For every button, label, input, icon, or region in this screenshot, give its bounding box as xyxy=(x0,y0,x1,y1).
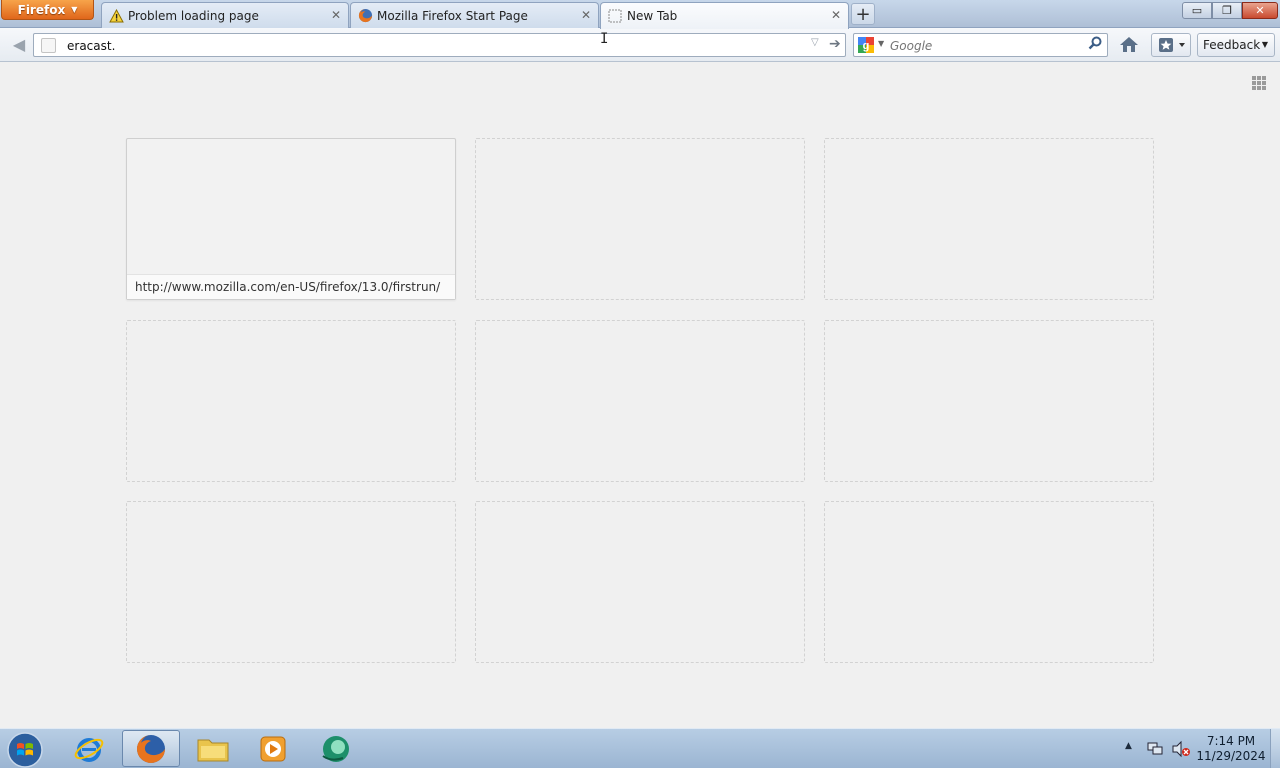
tab-title: Problem loading page xyxy=(128,8,259,23)
empty-tile xyxy=(475,138,805,300)
chevron-down-icon: ▼ xyxy=(1261,40,1268,49)
green-app-icon[interactable] xyxy=(307,730,365,767)
firefox-icon xyxy=(357,8,373,24)
google-icon[interactable]: g xyxy=(858,37,874,53)
search-input[interactable] xyxy=(890,38,1085,54)
svg-text:g: g xyxy=(863,40,870,52)
close-window-button[interactable]: ✕ xyxy=(1242,2,1278,19)
media-player-icon[interactable] xyxy=(244,730,302,767)
site-tile-url: http://www.mozilla.com/en-US/firefox/13.… xyxy=(127,274,455,299)
url-bar[interactable]: ▽ ➔ xyxy=(33,33,846,57)
grid-toggle-icon[interactable] xyxy=(1252,76,1268,92)
feedback-label: Feedback xyxy=(1203,38,1261,52)
history-dropdown-icon[interactable]: ▽ xyxy=(811,37,819,48)
minimize-button[interactable]: ▭ xyxy=(1182,2,1212,19)
warning-icon xyxy=(108,8,124,24)
feedback-button[interactable]: Feedback ▼ xyxy=(1197,33,1275,57)
empty-tile xyxy=(475,501,805,663)
clock-date: 11/29/2024 xyxy=(1196,749,1266,763)
internet-explorer-icon[interactable] xyxy=(60,730,118,767)
search-icon[interactable] xyxy=(1088,36,1102,54)
url-input[interactable] xyxy=(67,37,807,54)
file-explorer-icon[interactable] xyxy=(184,730,242,767)
system-clock[interactable]: 7:14 PM 11/29/2024 xyxy=(1196,734,1266,764)
empty-tile xyxy=(126,320,456,482)
chevron-down-icon[interactable]: ▼ xyxy=(878,39,884,48)
close-icon[interactable]: ✕ xyxy=(829,8,843,22)
windows-start-button[interactable] xyxy=(4,731,46,768)
empty-tile xyxy=(824,501,1154,663)
show-hidden-icons-icon[interactable]: ▲ xyxy=(1125,741,1132,751)
tab-firefox-start-page[interactable]: Mozilla Firefox Start Page ✕ xyxy=(350,2,599,28)
empty-tile xyxy=(126,501,456,663)
close-icon[interactable]: ✕ xyxy=(579,8,593,22)
home-icon[interactable] xyxy=(1116,34,1142,56)
firefox-icon[interactable] xyxy=(122,730,180,767)
show-desktop-button[interactable] xyxy=(1270,729,1280,768)
chevron-down-icon: ▼ xyxy=(71,5,78,14)
new-tab-page: http://www.mozilla.com/en-US/firefox/13.… xyxy=(0,63,1280,728)
taskbar: ▲ 7:14 PM 11/29/2024 xyxy=(0,728,1280,768)
firefox-menu-label: Firefox xyxy=(17,2,66,17)
site-identity-icon[interactable] xyxy=(41,38,56,53)
empty-tile xyxy=(824,138,1154,300)
clock-time: 7:14 PM xyxy=(1206,734,1256,748)
tab-problem-loading-page[interactable]: Problem loading page ✕ xyxy=(101,2,349,28)
site-tile[interactable]: http://www.mozilla.com/en-US/firefox/13.… xyxy=(126,138,456,300)
firefox-menu-button[interactable]: Firefox ▼ xyxy=(1,0,94,20)
new-tab-button[interactable]: + xyxy=(851,3,875,25)
blank-page-icon xyxy=(607,8,623,24)
tab-title: Mozilla Firefox Start Page xyxy=(377,8,528,23)
close-icon[interactable]: ✕ xyxy=(329,8,343,22)
maximize-button[interactable]: ❐ xyxy=(1212,2,1242,19)
network-icon[interactable] xyxy=(1146,741,1164,760)
back-arrow-icon[interactable]: ◀ xyxy=(7,34,31,56)
search-bar[interactable]: g ▼ xyxy=(853,33,1108,57)
empty-tile xyxy=(824,320,1154,482)
tab-strip: Firefox ▼ Problem loading page ✕ Mozilla… xyxy=(0,0,1280,29)
tab-title: New Tab xyxy=(627,9,678,23)
volume-muted-icon[interactable] xyxy=(1171,740,1191,761)
empty-tile xyxy=(475,320,805,482)
bookmarks-button[interactable] xyxy=(1151,33,1191,57)
tab-new-tab[interactable]: New Tab ✕ xyxy=(600,2,849,29)
navigation-toolbar: ◀ ▽ ➔ g ▼ Feedback ▼ xyxy=(0,28,1280,62)
go-arrow-icon[interactable]: ➔ xyxy=(829,36,841,52)
text-cursor-icon: I xyxy=(600,31,609,47)
